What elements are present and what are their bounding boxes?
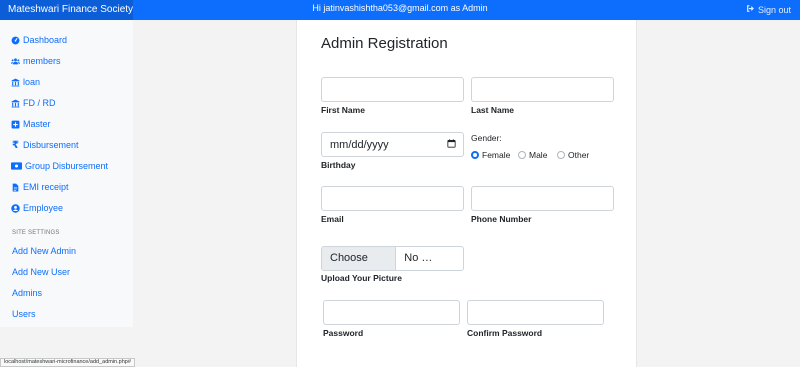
money-bill-icon [11, 162, 22, 171]
sidebar-item-label: FD / RD [23, 98, 56, 108]
sidebar-item-label: Disbursement [23, 140, 79, 150]
sign-out-icon [746, 0, 755, 20]
sidebar-item-label: Group Disbursement [25, 161, 109, 171]
bank-icon [11, 99, 20, 108]
bank-icon [11, 78, 20, 87]
gender-radio-male[interactable]: Male [518, 150, 547, 160]
file-icon [11, 183, 20, 192]
page-title: Admin Registration [321, 35, 448, 52]
password-input[interactable] [323, 300, 460, 325]
user-circle-icon [11, 203, 20, 213]
confirm-password-input[interactable] [467, 300, 604, 325]
users-icon [11, 57, 20, 66]
registration-card: Admin Registration First Name Last Name … [296, 20, 637, 367]
upload-picture-label: Upload Your Picture [321, 273, 402, 283]
phone-number-label: Phone Number [471, 214, 532, 224]
sidebar-item-label: Master [23, 119, 51, 129]
radio-label: Female [482, 150, 511, 160]
gender-radio-other[interactable]: Other [557, 150, 589, 160]
confirm-password-label: Confirm Password [467, 328, 543, 338]
password-label: Password [323, 328, 364, 338]
add-new-user-link[interactable]: Add New User [12, 267, 70, 277]
radio-dot[interactable] [518, 151, 526, 159]
top-navbar: Mateshwari Finance Society Hi jatinvashi… [0, 0, 800, 20]
last-name-input[interactable] [471, 77, 614, 102]
sidebar-item-master[interactable]: Master [11, 117, 51, 131]
sidebar-item-disbursement[interactable]: ₹ Disbursement [11, 138, 79, 152]
add-new-admin-link[interactable]: Add New Admin [12, 246, 76, 256]
sidebar-item-employee[interactable]: Employee [11, 201, 63, 215]
sidebar-item-label: EMI receipt [23, 182, 69, 192]
choose-file-button[interactable]: Choose File [322, 247, 397, 270]
radio-label: Other [568, 150, 590, 160]
birthday-input[interactable]: mm/dd/yyyy [321, 132, 464, 157]
first-name-label: First Name [321, 105, 365, 115]
radio-dot-selected[interactable] [471, 151, 479, 159]
radio-label: Male [529, 150, 548, 160]
plus-square-icon [11, 120, 20, 129]
file-name-text: No …osen [404, 252, 433, 264]
tachometer-icon [11, 36, 20, 45]
rupee-icon: ₹ [12, 139, 19, 151]
sign-out-link[interactable]: Sign out [746, 0, 791, 20]
picture-file-input[interactable]: Choose File No …osen [321, 246, 464, 271]
users-link[interactable]: Users [12, 309, 36, 319]
sidebar-item-emi-receipt[interactable]: EMI receipt [11, 180, 69, 194]
sidebar-item-label: Employee [23, 203, 64, 213]
email-label: Email [321, 214, 344, 224]
first-name-input[interactable] [321, 77, 464, 102]
sidebar-item-label: Dashboard [23, 35, 68, 45]
sidebar-item-fd-rd[interactable]: FD / RD [11, 96, 56, 110]
status-bar-url: localhost/mateshwari-microfinance/add_ad… [0, 358, 135, 367]
sidebar-item-loan[interactable]: loan [11, 75, 40, 89]
radio-dot[interactable] [557, 151, 565, 159]
sidebar-item-dashboard[interactable]: Dashboard [11, 33, 67, 47]
sign-out-label: Sign out [757, 5, 791, 15]
email-input[interactable] [321, 186, 464, 211]
site-settings-heading: SITE SETTINGS [12, 230, 60, 236]
sidebar-item-group-disbursement[interactable]: Group Disbursement [11, 159, 108, 173]
birthday-placeholder: mm/dd/yyyy [330, 138, 389, 151]
phone-number-input[interactable] [471, 186, 614, 211]
welcome-message: Hi jatinvashishtha053@gmail.com as Admin [312, 3, 488, 13]
calendar-icon[interactable] [447, 138, 456, 151]
gender-label: Gender: [471, 133, 502, 143]
sidebar-item-members[interactable]: members [11, 54, 61, 68]
gender-radio-female[interactable]: Female [471, 150, 510, 160]
sidebar-item-label: loan [23, 77, 41, 87]
admins-link[interactable]: Admins [12, 288, 42, 298]
sidebar-item-label: members [23, 56, 61, 66]
last-name-label: Last Name [471, 105, 514, 115]
birthday-label: Birthday [321, 160, 356, 170]
